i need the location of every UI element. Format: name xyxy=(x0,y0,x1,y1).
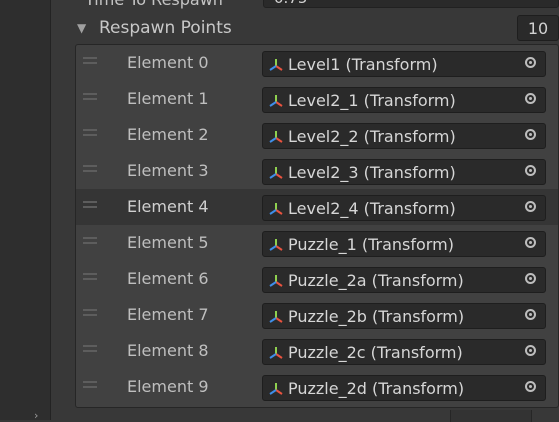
transform-axes-icon xyxy=(268,273,284,289)
element-label: Element 8 xyxy=(127,341,209,360)
collapse-arrow-icon[interactable]: › xyxy=(34,409,38,422)
drag-handle-icon[interactable] xyxy=(83,201,97,211)
transform-axes-icon xyxy=(268,345,284,361)
drag-handle-icon[interactable] xyxy=(83,57,97,67)
object-field[interactable]: Level2_1 (Transform) xyxy=(262,87,546,113)
object-field[interactable]: Level1 (Transform) xyxy=(262,51,546,77)
object-field[interactable]: Level2_3 (Transform) xyxy=(262,159,546,185)
element-label: Element 3 xyxy=(127,161,209,180)
list-item[interactable]: Element 9 Puzzle_2d (Transform) xyxy=(76,369,558,405)
drag-handle-icon[interactable] xyxy=(83,129,97,139)
object-field[interactable]: Level2_4 (Transform) xyxy=(262,195,546,221)
list-item[interactable]: Element 7 Puzzle_2b (Transform) xyxy=(76,297,558,333)
element-label: Element 9 xyxy=(127,377,209,396)
object-field-value: Puzzle_2c (Transform) xyxy=(288,343,463,362)
object-field-value: Level1 (Transform) xyxy=(288,55,438,74)
transform-axes-icon xyxy=(268,381,284,397)
drag-handle-icon[interactable] xyxy=(83,309,97,319)
transform-axes-icon xyxy=(268,201,284,217)
time-to-respawn-label: Time To Respawn xyxy=(85,0,223,9)
object-picker-icon[interactable] xyxy=(519,88,545,112)
object-field-value: Puzzle_1 (Transform) xyxy=(288,235,454,254)
object-field-value: Puzzle_2a (Transform) xyxy=(288,271,464,290)
drag-handle-icon[interactable] xyxy=(83,165,97,175)
object-picker-icon[interactable] xyxy=(519,340,545,364)
object-field-value: Puzzle_2d (Transform) xyxy=(288,379,465,398)
respawn-points-title[interactable]: Respawn Points xyxy=(99,18,232,38)
object-picker-icon[interactable] xyxy=(519,160,545,184)
object-field-value: Level2_3 (Transform) xyxy=(288,163,456,182)
add-remove-buttons[interactable] xyxy=(450,410,532,422)
element-label: Element 2 xyxy=(127,125,209,144)
drag-handle-icon[interactable] xyxy=(83,273,97,283)
element-label: Element 6 xyxy=(127,269,209,288)
object-field[interactable]: Level2_2 (Transform) xyxy=(262,123,546,149)
object-field-value: Level2_4 (Transform) xyxy=(288,199,456,218)
list-item[interactable]: Element 8 Puzzle_2c (Transform) xyxy=(76,333,558,369)
list-item[interactable]: Element 6 Puzzle_2a (Transform) xyxy=(76,261,558,297)
object-field[interactable]: Puzzle_1 (Transform) xyxy=(262,231,546,257)
object-field[interactable]: Puzzle_2c (Transform) xyxy=(262,339,546,365)
object-field-value: Level2_1 (Transform) xyxy=(288,91,456,110)
transform-axes-icon xyxy=(268,309,284,325)
object-picker-icon[interactable] xyxy=(519,124,545,148)
list-item[interactable]: Element 0 Level1 (Transform) xyxy=(76,45,558,81)
left-panel: › xyxy=(0,0,51,422)
object-field[interactable]: Puzzle_2b (Transform) xyxy=(262,303,546,329)
element-label: Element 4 xyxy=(127,197,209,216)
object-picker-icon[interactable] xyxy=(519,196,545,220)
element-label: Element 0 xyxy=(127,53,209,72)
object-picker-icon[interactable] xyxy=(519,268,545,292)
time-to-respawn-row: Time To Respawn 0.75 xyxy=(60,0,559,10)
foldout-triangle-icon[interactable]: ▼ xyxy=(77,21,86,35)
drag-handle-icon[interactable] xyxy=(83,93,97,103)
object-picker-icon[interactable] xyxy=(519,376,545,400)
object-picker-icon[interactable] xyxy=(519,304,545,328)
object-field[interactable]: Puzzle_2d (Transform) xyxy=(262,375,546,401)
object-field-value: Puzzle_2b (Transform) xyxy=(288,307,465,326)
element-label: Element 7 xyxy=(127,305,209,324)
transform-axes-icon xyxy=(268,93,284,109)
element-label: Element 1 xyxy=(127,89,209,108)
transform-axes-icon xyxy=(268,165,284,181)
transform-axes-icon xyxy=(268,57,284,73)
object-picker-icon[interactable] xyxy=(519,52,545,76)
list-item[interactable]: Element 1 Level2_1 (Transform) xyxy=(76,81,558,117)
object-field[interactable]: Puzzle_2a (Transform) xyxy=(262,267,546,293)
drag-handle-icon[interactable] xyxy=(83,345,97,355)
drag-handle-icon[interactable] xyxy=(83,237,97,247)
list-item[interactable]: Element 4 Level2_4 (Transform) xyxy=(76,189,558,225)
transform-axes-icon xyxy=(268,129,284,145)
list-item[interactable]: Element 5 Puzzle_1 (Transform) xyxy=(76,225,558,261)
time-to-respawn-field[interactable]: 0.75 xyxy=(263,0,559,8)
drag-handle-icon[interactable] xyxy=(83,381,97,391)
object-field-value: Level2_2 (Transform) xyxy=(288,127,456,146)
list-item[interactable]: Element 3 Level2_3 (Transform) xyxy=(76,153,558,189)
list-item[interactable]: Element 2 Level2_2 (Transform) xyxy=(76,117,558,153)
transform-axes-icon xyxy=(268,237,284,253)
respawn-points-list: Element 0 Level1 (Transform) Element 1 Leve… xyxy=(75,44,559,408)
element-label: Element 5 xyxy=(127,233,209,252)
object-picker-icon[interactable] xyxy=(519,232,545,256)
respawn-points-header: ▼ Respawn Points 10 xyxy=(60,14,559,44)
array-size-field[interactable]: 10 xyxy=(517,15,559,41)
